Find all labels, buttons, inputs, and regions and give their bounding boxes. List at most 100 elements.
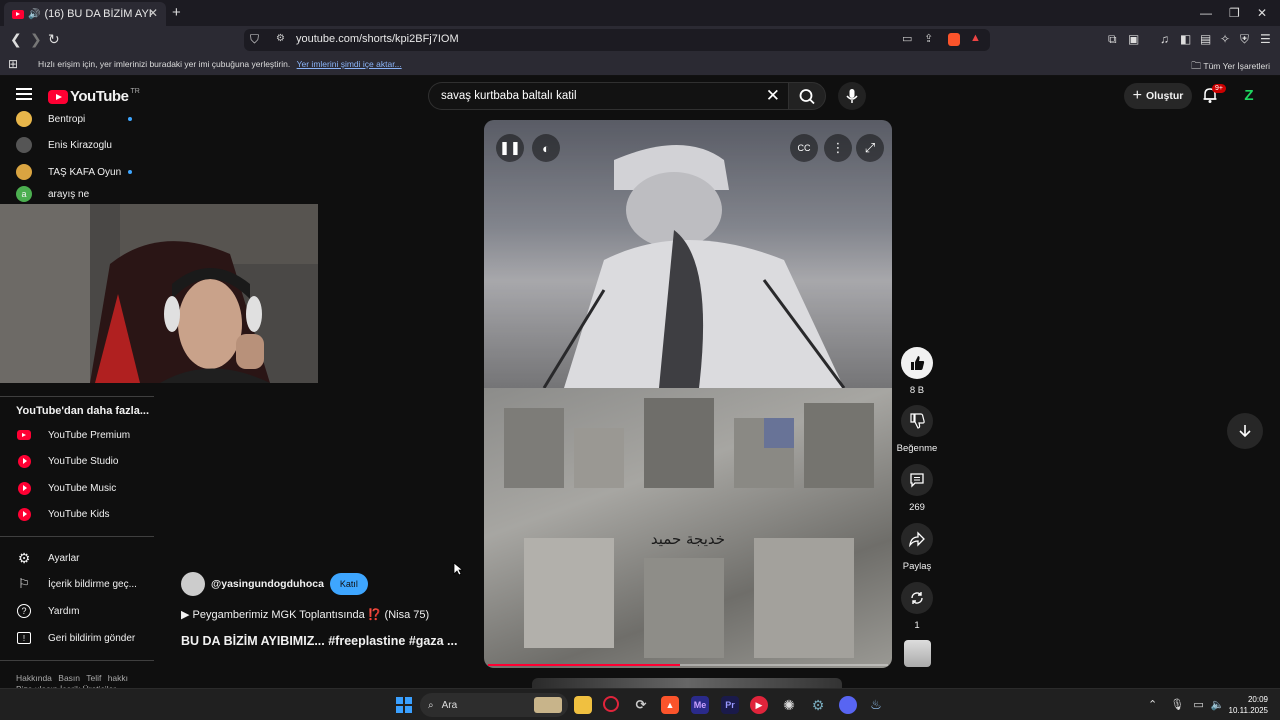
clear-search-icon[interactable]: ✕ <box>766 86 780 106</box>
search-input[interactable]: savaş kurtbaba baltalı katil ✕ <box>428 82 788 110</box>
comments-button[interactable] <box>901 464 933 496</box>
sidebar-item-send-feedback[interactable]: ! Geri bildirim gönder <box>0 625 150 651</box>
next-video-preview[interactable] <box>532 678 842 688</box>
wallet-icon[interactable]: ▣ <box>1128 32 1139 46</box>
video-title[interactable]: BU DA BİZİM AYIBIMIZ... #freeplastine #g… <box>181 634 457 648</box>
restore-button[interactable]: ❐ <box>1229 6 1240 20</box>
microphone-icon <box>846 89 858 103</box>
reload-button[interactable]: ↻ <box>48 31 60 48</box>
dislike-label: Beğenme <box>896 443 938 454</box>
new-tab-button[interactable]: + <box>172 4 181 21</box>
close-window-button[interactable]: ✕ <box>1257 6 1267 20</box>
microphone-tray-icon[interactable]: 🎙 <box>1170 699 1184 711</box>
sidebar-item-report-history[interactable]: ⚐ İçerik bildirme geç... <box>0 571 150 597</box>
search-highlight-icon <box>534 697 562 713</box>
system-clock[interactable]: 20:09 10.11.2025 <box>1224 694 1268 716</box>
bookmark-icon[interactable]: ⛉ <box>250 32 259 47</box>
brave-shield-icon[interactable] <box>948 33 960 46</box>
leo-ai-icon[interactable]: ✧ <box>1220 32 1230 46</box>
sidebar-item-youtube-kids[interactable]: YouTube Kids <box>0 501 150 527</box>
sidebar-item-settings[interactable]: ⚙ Ayarlar <box>0 545 150 571</box>
system-tray[interactable]: ⌃ 🎙 ▭ 🔈 <box>1148 698 1224 711</box>
video-description[interactable]: ▶ Peygamberimiz MGK Toplantısında ⁉️ (Ni… <box>181 608 429 621</box>
vpn-icon[interactable]: ⛨ <box>1240 32 1249 47</box>
extensions-icon[interactable]: ⧉ <box>1108 32 1117 47</box>
volume-icon[interactable]: 🔈 <box>1211 699 1225 711</box>
shorts-video-player[interactable]: خديجة حميد ❚❚ ◐ CC ⋮ ⤢ <box>484 120 892 668</box>
footer-links[interactable]: Hakkında Basın Telif hakkı <box>16 673 128 683</box>
video-progress-bar[interactable] <box>488 664 888 666</box>
channel-handle[interactable]: @yasingundogduhoca <box>211 578 324 590</box>
video-progress-fill <box>488 664 680 666</box>
create-button[interactable]: + Oluştur <box>1124 83 1192 109</box>
premiere-pro-icon[interactable]: Pr <box>721 696 739 714</box>
sidebar-divider <box>0 396 154 397</box>
youtube-music-app-icon[interactable]: ▶ <box>750 696 768 714</box>
sidebar-item-youtube-music[interactable]: YouTube Music <box>0 475 150 501</box>
volume-button[interactable]: ◐ <box>532 134 560 162</box>
sidebar-item-youtube-premium[interactable]: YouTube Premium <box>0 422 150 448</box>
site-info-icon[interactable]: ⚙ <box>276 33 285 44</box>
settings-app-icon[interactable]: ⚙ <box>809 696 827 714</box>
join-button[interactable]: Katıl <box>329 573 368 595</box>
brave-browser-icon[interactable]: ▲ <box>661 696 679 714</box>
subscription-item[interactable]: a arayış ne <box>0 185 150 203</box>
like-button[interactable] <box>901 347 933 379</box>
apps-grid-icon[interactable]: ⊞ <box>8 57 18 71</box>
taskbar-search[interactable]: ⌕ Ara <box>420 693 568 717</box>
speaker-icon[interactable]: 🔊 <box>28 9 40 20</box>
account-avatar[interactable]: Z <box>1240 87 1258 105</box>
channel-thumbnail[interactable] <box>904 640 931 667</box>
back-button[interactable]: ❮ <box>10 31 22 48</box>
fullscreen-icon[interactable]: ⤢ <box>856 134 884 162</box>
sidebar-item-help[interactable]: ? Yardım <box>0 598 150 624</box>
media-encoder-icon[interactable]: Me <box>691 696 709 714</box>
more-options-icon[interactable]: ⋮ <box>824 134 852 162</box>
spiral-app-icon[interactable]: ⟳ <box>632 696 650 714</box>
channel-avatar[interactable] <box>181 572 205 596</box>
import-bookmarks-link[interactable]: Yer imlerini şimdi içe aktar... <box>297 59 402 69</box>
network-icon[interactable]: ▭ <box>1193 699 1203 711</box>
file-explorer-icon[interactable] <box>574 696 592 714</box>
captions-button[interactable]: CC <box>790 134 818 162</box>
chevron-up-icon[interactable]: ⌃ <box>1148 699 1157 711</box>
dislike-action[interactable]: Beğenme <box>896 405 938 454</box>
dislike-button[interactable] <box>901 405 933 437</box>
minimize-button[interactable]: — <box>1200 6 1212 20</box>
chatgpt-icon[interactable]: ✺ <box>780 696 798 714</box>
like-action[interactable]: 8 B <box>896 347 938 396</box>
next-video-button[interactable] <box>1227 413 1263 449</box>
flag-icon: ⚐ <box>18 576 30 591</box>
opera-icon[interactable] <box>603 696 619 712</box>
address-bar[interactable]: ⛉ ⚙ youtube.com/shorts/kpi2BFj7IOM ▭ ⇪ ▲ <box>244 29 990 51</box>
subscription-item[interactable]: TAŞ KAFA Oyun <box>0 159 150 185</box>
brave-rewards-icon[interactable]: ▲ <box>970 32 981 44</box>
share-icon[interactable]: ⇪ <box>924 32 933 45</box>
all-bookmarks-button[interactable]: 🗀 Tüm Yer İşaretleri <box>1191 59 1270 76</box>
sidebar-item-youtube-studio[interactable]: YouTube Studio <box>0 448 150 474</box>
remix-button[interactable] <box>901 582 933 614</box>
subscription-item[interactable]: Bentropi <box>0 106 150 132</box>
steam-icon[interactable]: ♨ <box>867 696 885 714</box>
pause-button[interactable]: ❚❚ <box>496 134 524 162</box>
comments-action[interactable]: 269 <box>896 464 938 513</box>
remix-action[interactable]: 1 <box>896 582 938 631</box>
cast-icon[interactable]: ▭ <box>902 32 912 45</box>
voice-search-button[interactable] <box>838 82 866 110</box>
forward-button[interactable]: ❯ <box>30 31 42 48</box>
search-button[interactable] <box>788 82 826 110</box>
share-button[interactable] <box>901 523 933 555</box>
sidebar-icon[interactable]: ◧ <box>1180 32 1191 46</box>
subscription-item[interactable]: Enis Kirazoglu <box>0 132 150 158</box>
media-icon[interactable]: ♫ <box>1160 32 1169 46</box>
share-action[interactable]: Paylaş <box>896 523 938 572</box>
windows-start-icon[interactable] <box>396 697 412 713</box>
discord-icon[interactable] <box>839 696 857 714</box>
browser-tab[interactable]: 🔊 (16) BU DA BİZİM AYIBIMIZ... ✕ <box>4 2 166 26</box>
menu-icon[interactable]: ☰ <box>1260 32 1271 46</box>
mouse-cursor-icon <box>453 562 463 576</box>
close-tab-icon[interactable]: ✕ <box>148 6 158 20</box>
wallet-2-icon[interactable]: ▤ <box>1200 32 1211 46</box>
hamburger-menu-icon[interactable] <box>16 88 32 100</box>
youtube-logo[interactable]: YouTube TR <box>48 88 140 105</box>
